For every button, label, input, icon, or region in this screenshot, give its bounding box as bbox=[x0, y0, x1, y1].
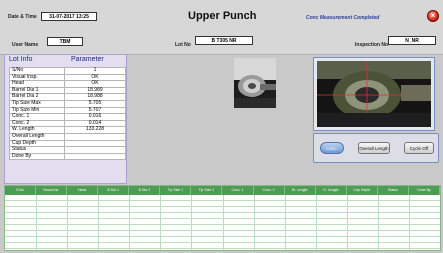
parameter-label: Done By bbox=[9, 152, 65, 161]
date-label: Date & Time bbox=[8, 14, 37, 20]
user-field[interactable]: TBM bbox=[47, 37, 83, 46]
parameter-value: 133.228 bbox=[64, 126, 126, 134]
user-label: User Name bbox=[12, 42, 39, 48]
grid-column-divider bbox=[98, 195, 100, 250]
grid-column-header[interactable]: Conc. 1 bbox=[223, 186, 254, 195]
grid-column-header[interactable]: Tip Size 1 bbox=[160, 186, 192, 195]
status-message: Conc Measurement Completed bbox=[306, 15, 380, 21]
parameter-row: Visual Insp. OK bbox=[9, 73, 126, 82]
grid-column-header[interactable]: W. Length bbox=[285, 186, 316, 195]
page-title: Upper Punch bbox=[188, 10, 257, 22]
grid-column-divider bbox=[36, 195, 38, 250]
close-button[interactable]: × bbox=[427, 10, 439, 22]
grid-column-header[interactable]: B Dia 1 bbox=[98, 186, 130, 195]
inspection-label: Inspection No bbox=[355, 42, 389, 48]
conc-button[interactable]: Conc. bbox=[320, 142, 344, 154]
inspection-field[interactable]: N_NR bbox=[388, 36, 436, 45]
lot-field[interactable]: B T305 NR bbox=[195, 36, 253, 45]
grid-column-header[interactable]: O. Length bbox=[316, 186, 347, 195]
grid-column-header[interactable]: S.No bbox=[5, 186, 37, 195]
grid-column-divider bbox=[377, 195, 379, 250]
camera-view-frame bbox=[313, 57, 435, 131]
cycle-off-button[interactable]: Cycle Off bbox=[404, 142, 434, 154]
date-value-field: 31-07-2017 13:25 bbox=[41, 12, 97, 21]
grid-column-header[interactable]: Status bbox=[378, 186, 409, 195]
camera-view-image bbox=[317, 61, 431, 127]
grid-column-header[interactable]: Done By bbox=[409, 186, 440, 195]
lot-info-header: Lot Info Parameter bbox=[5, 55, 126, 65]
grid-column-header[interactable]: Cup Depth bbox=[347, 186, 378, 195]
grid-column-divider bbox=[222, 195, 224, 250]
parameter-value bbox=[64, 132, 126, 141]
parameter-value bbox=[64, 146, 126, 154]
parameter-value bbox=[64, 139, 126, 148]
grid-column-divider bbox=[160, 195, 162, 250]
top-bar: Date & Time 31-07-2017 13:25 Upper Punch… bbox=[0, 0, 443, 55]
parameter-row: Done By bbox=[9, 152, 126, 161]
lot-info-panel: Lot Info Parameter S/No 1 Visual Insp. OK He… bbox=[4, 54, 127, 184]
results-grid-header: S.No Visual Ins. Head B Dia 1B Dia 2 Tip Siz… bbox=[5, 186, 440, 195]
grid-column-divider bbox=[315, 195, 317, 250]
grid-column-header[interactable]: Conc. 2 bbox=[254, 186, 285, 195]
close-icon: × bbox=[430, 11, 436, 20]
grid-column-divider bbox=[129, 195, 131, 250]
punch-thumbnail-image bbox=[234, 58, 276, 108]
grid-column-divider bbox=[67, 195, 69, 250]
grid-column-divider bbox=[284, 195, 286, 250]
grid-column-header[interactable]: Visual Ins. bbox=[36, 186, 68, 195]
grid-column-divider bbox=[191, 195, 193, 250]
lot-info-title: Lot Info bbox=[9, 56, 33, 63]
grid-column-divider bbox=[253, 195, 255, 250]
lot-label: Lot No bbox=[175, 42, 191, 48]
grid-column-divider bbox=[346, 195, 348, 250]
parameter-header: Parameter bbox=[71, 56, 104, 63]
parameter-value bbox=[64, 152, 126, 161]
parameter-table: S/No 1 Visual Insp. OK Head OK Barrel Dia 1 18.… bbox=[9, 67, 126, 161]
action-button-strip: Conc. Overall Length Cycle Off bbox=[313, 133, 439, 163]
results-grid[interactable]: S.No Visual Ins. Head B Dia 1B Dia 2 Tip Siz… bbox=[4, 185, 441, 251]
grid-column-header[interactable]: B Dia 2 bbox=[129, 186, 161, 195]
grid-column-divider bbox=[408, 195, 410, 250]
parameter-row: Cup Depth bbox=[9, 139, 126, 148]
grid-column-header[interactable]: Tip Size 2 bbox=[191, 186, 223, 195]
overall-length-button[interactable]: Overall Length bbox=[358, 142, 390, 154]
grid-column-header[interactable]: Head bbox=[67, 186, 99, 195]
